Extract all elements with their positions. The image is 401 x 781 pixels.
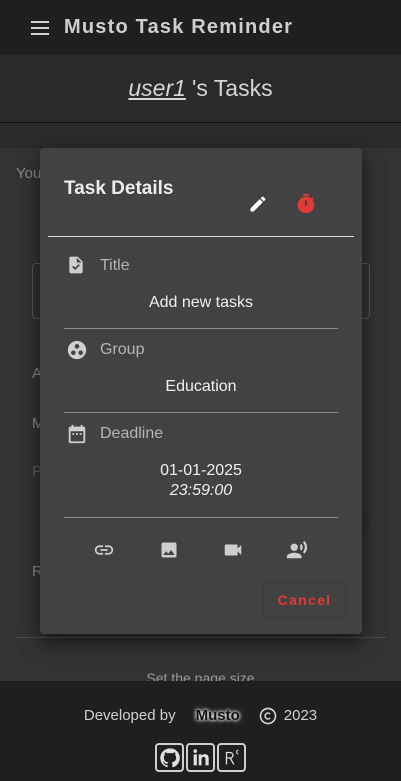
copyright-year: 2023 xyxy=(283,707,318,724)
brand-logo[interactable]: Musto xyxy=(192,705,244,726)
app-title: Musto Task Reminder xyxy=(64,16,294,38)
timer-icon[interactable] xyxy=(293,191,319,217)
group-label: Group xyxy=(100,341,145,358)
credit-line: Developed by Musto 2023 xyxy=(0,705,401,726)
attachments-row xyxy=(40,538,362,564)
cancel-button[interactable]: Cancel xyxy=(263,582,346,618)
app-bar: Musto Task Reminder xyxy=(0,0,401,55)
dialog-title: Task Details xyxy=(64,178,174,199)
title-value: Add new tasks xyxy=(148,294,254,311)
edit-icon[interactable] xyxy=(246,192,270,216)
image-icon[interactable] xyxy=(157,538,181,562)
deadline-time: 23:59:00 xyxy=(169,482,233,499)
group-value: Education xyxy=(165,378,237,395)
field-divider xyxy=(64,412,338,413)
username-link[interactable]: user1 xyxy=(128,75,186,102)
footer: Developed by Musto 2023 xyxy=(0,681,401,781)
field-divider xyxy=(64,328,338,329)
calendar-icon xyxy=(66,423,86,444)
researchgate-icon[interactable] xyxy=(217,743,246,772)
linkedin-icon[interactable] xyxy=(186,743,215,772)
copyright-icon xyxy=(258,706,278,726)
menu-icon[interactable] xyxy=(28,16,52,40)
video-icon[interactable] xyxy=(221,538,245,562)
background-text: You xyxy=(16,165,42,182)
title-label: Title xyxy=(100,257,130,274)
deadline-date: 01-01-2025 xyxy=(160,462,242,479)
voice-icon[interactable] xyxy=(285,538,309,562)
field-divider xyxy=(64,517,338,518)
page-title-suffix: 's Tasks xyxy=(191,75,273,101)
page-title: user1 's Tasks xyxy=(0,55,401,123)
group-icon xyxy=(66,339,87,360)
link-icon[interactable] xyxy=(92,538,116,562)
deadline-label: Deadline xyxy=(100,425,164,442)
github-icon[interactable] xyxy=(155,743,184,772)
social-links xyxy=(0,743,401,772)
task-icon xyxy=(66,254,86,274)
dialog-divider xyxy=(48,236,354,237)
background-divider xyxy=(16,637,386,638)
developed-by-text: Developed by xyxy=(83,707,176,724)
task-details-dialog: Task Details Title Add new tasks Group E… xyxy=(40,148,362,634)
